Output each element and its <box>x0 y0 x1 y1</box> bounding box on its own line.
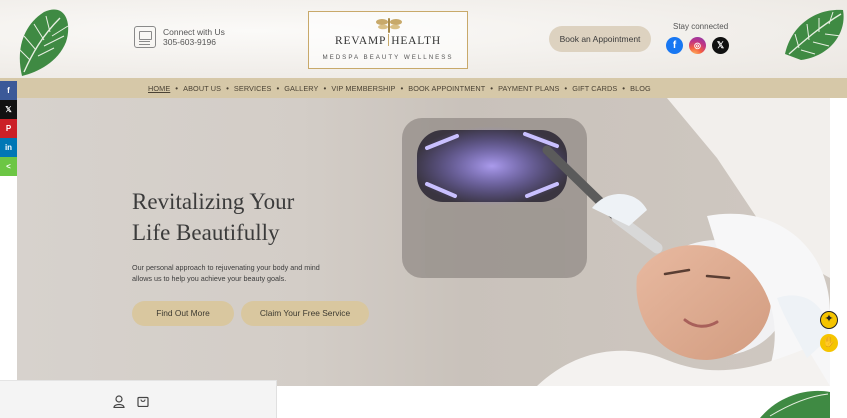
find-out-more-button[interactable]: Find Out More <box>132 301 234 326</box>
phone-contact-icon <box>134 26 156 48</box>
palm-leaf-left-decoration <box>19 9 69 76</box>
nav-separator: • <box>175 83 179 93</box>
nav-separator: • <box>490 83 494 93</box>
contact-label: Connect with Us <box>163 27 225 37</box>
instagram-icon[interactable]: ◎ <box>689 37 706 54</box>
nav-item-about-us[interactable]: ABOUT US <box>183 84 221 93</box>
dragonfly-logo-icon <box>376 18 402 33</box>
nav-item-services[interactable]: SERVICES <box>234 84 272 93</box>
hero-headline-line-1: Revitalizing Your <box>132 189 295 214</box>
hero-description: Our personal approach to rejuvenating yo… <box>132 262 382 284</box>
claim-free-service-button[interactable]: Claim Your Free Service <box>241 301 369 326</box>
hero-headline-line-2: Life Beautifully <box>132 220 280 245</box>
logo-name: REVAMP HEALTH <box>309 34 467 47</box>
hand-gesture-icon[interactable]: ✋ <box>820 334 838 352</box>
palm-leaf-right-decoration <box>785 9 844 60</box>
hero-description-line-2: allows us to help you achieve your beaut… <box>132 274 287 283</box>
nav-separator: • <box>564 83 568 93</box>
nav-item-vip-membership[interactable]: VIP MEMBERSHIP <box>331 84 395 93</box>
nav-items: HOME • ABOUT US • SERVICES • GALLERY • V… <box>148 78 651 98</box>
share-linkedin-icon[interactable]: in <box>0 138 17 157</box>
logo-divider <box>388 34 390 46</box>
share-facebook-icon[interactable]: f <box>0 81 17 100</box>
logo-name-right: HEALTH <box>391 35 441 47</box>
book-appointment-button[interactable]: Book an Appointment <box>549 26 651 52</box>
hero-headline: Revitalizing Your Life Beautifully <box>132 186 294 248</box>
contact-text: Connect with Us 305-603-9196 <box>163 27 225 47</box>
nav-separator: • <box>276 83 280 93</box>
nav-item-book-appointment[interactable]: BOOK APPOINTMENT <box>408 84 485 93</box>
x-icon[interactable]: 𝕏 <box>712 37 729 54</box>
stay-connected-label: Stay connected <box>673 22 729 31</box>
accessibility-icon[interactable]: ✦ <box>820 311 838 329</box>
share-more-icon[interactable]: < <box>0 157 17 176</box>
contact-block[interactable]: Connect with Us 305-603-9196 <box>134 26 225 48</box>
site-logo[interactable]: REVAMP HEALTH MEDSPA BEAUTY WELLNESS <box>308 11 468 69</box>
mobile-bottom-bar <box>0 380 277 418</box>
user-account-icon[interactable] <box>113 395 125 408</box>
phone-number[interactable]: 305-603-9196 <box>163 37 225 47</box>
main-navigation: HOME • ABOUT US • SERVICES • GALLERY • V… <box>0 78 847 98</box>
nav-item-payment-plans[interactable]: PAYMENT PLANS <box>498 84 559 93</box>
hero-section: Revitalizing Your Life Beautifully Our p… <box>17 98 830 386</box>
social-share-bar: f 𝕏 P in < <box>0 81 17 176</box>
social-links: f ◎ 𝕏 <box>666 37 729 54</box>
nav-separator: • <box>226 83 229 93</box>
logo-name-left: REVAMP <box>335 35 387 47</box>
nav-separator: • <box>622 83 626 93</box>
nav-separator: • <box>400 83 404 93</box>
share-x-icon[interactable]: 𝕏 <box>0 100 17 119</box>
facebook-icon[interactable]: f <box>666 37 683 54</box>
nav-item-gift-cards[interactable]: GIFT CARDS <box>572 84 617 93</box>
nav-item-blog[interactable]: BLOG <box>630 84 651 93</box>
hero-description-line-1: Our personal approach to rejuvenating yo… <box>132 263 320 272</box>
nav-item-gallery[interactable]: GALLERY <box>284 84 318 93</box>
site-header: Connect with Us 305-603-9196 REVAMP HEALT… <box>0 0 847 78</box>
share-pinterest-icon[interactable]: P <box>0 119 17 138</box>
shopping-bag-icon[interactable] <box>137 394 149 407</box>
palm-leaf-bottom-decoration <box>760 390 830 418</box>
logo-tagline: MEDSPA BEAUTY WELLNESS <box>322 54 454 61</box>
nav-item-home[interactable]: HOME <box>148 84 170 93</box>
nav-separator: • <box>323 83 327 93</box>
